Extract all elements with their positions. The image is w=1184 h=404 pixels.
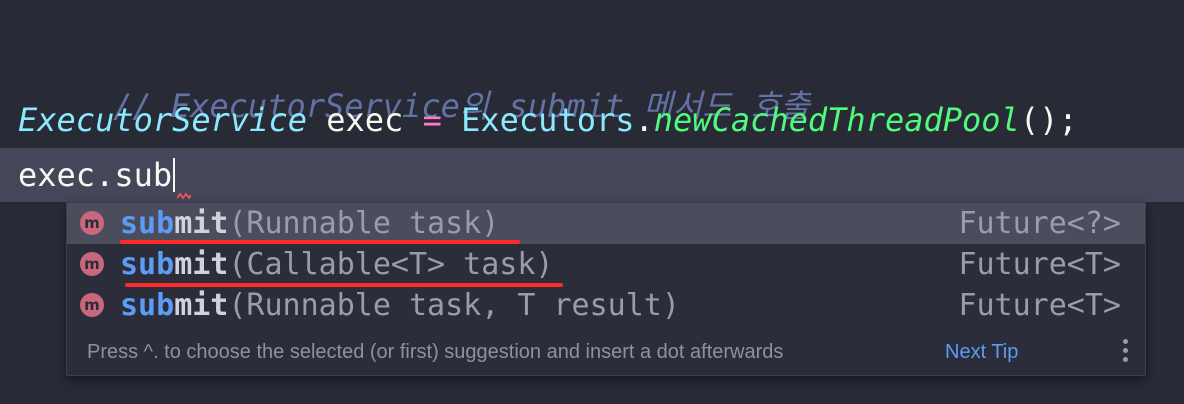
completion-signature: submit(Runnable task, T result) xyxy=(120,285,680,326)
next-tip-link[interactable]: Next Tip xyxy=(945,341,1018,364)
completion-signature: submit(Runnable task) xyxy=(120,203,499,244)
annotation-underline-2 xyxy=(125,283,563,287)
params: (Runnable task) xyxy=(228,206,500,241)
match-text: sub xyxy=(120,247,175,282)
completion-item[interactable]: m submit(Runnable task) Future<?> xyxy=(67,203,1145,244)
annotation-underline-1 xyxy=(120,240,520,244)
method-rest: mit xyxy=(174,288,229,323)
current-line[interactable]: exec.sub xyxy=(0,148,1184,202)
return-type: Future<?> xyxy=(958,206,1121,241)
match-text: sub xyxy=(120,288,175,323)
code-line-executor-declaration[interactable]: ExecutorService exec = Executors.newCach… xyxy=(18,100,1184,140)
code-editor[interactable]: // ExecutorService의 submit 메서드 호출 Execut… xyxy=(0,0,1184,404)
type-name: ExecutorService xyxy=(18,101,307,139)
return-type: Future<T> xyxy=(958,288,1121,323)
params: (Runnable task, T result) xyxy=(228,288,680,323)
completion-item[interactable]: m submit(Runnable task, T result) Future… xyxy=(67,285,1145,326)
completion-signature: submit(Callable<T> task) xyxy=(120,244,553,285)
completion-hint-text: Press ^. to choose the selected (or firs… xyxy=(87,341,784,363)
assign-operator: = xyxy=(422,101,442,139)
error-squiggle-icon xyxy=(177,192,192,200)
match-text: sub xyxy=(120,206,175,241)
params: (Callable<T> task) xyxy=(228,247,554,282)
return-type: Future<T> xyxy=(958,247,1121,282)
method-icon: m xyxy=(80,252,104,276)
current-line-text-wrap: exec.sub xyxy=(18,155,192,200)
completion-item[interactable]: m submit(Callable<T> task) Future<T> xyxy=(67,244,1145,285)
typed-text: exec.sub xyxy=(18,156,173,194)
text-caret xyxy=(173,158,176,192)
method-rest: mit xyxy=(174,206,229,241)
method-name: newCachedThreadPool xyxy=(653,101,1020,139)
completion-popup[interactable]: m submit(Runnable task) Future<?> m subm… xyxy=(66,202,1146,376)
dot: . xyxy=(634,101,654,139)
method-rest: mit xyxy=(174,247,229,282)
more-options-icon[interactable] xyxy=(1123,339,1129,367)
class-name: Executors xyxy=(441,101,635,139)
variable-name: exec xyxy=(306,101,423,139)
method-icon: m xyxy=(80,211,104,235)
call-tail: (); xyxy=(1019,101,1078,139)
method-icon: m xyxy=(80,293,104,317)
